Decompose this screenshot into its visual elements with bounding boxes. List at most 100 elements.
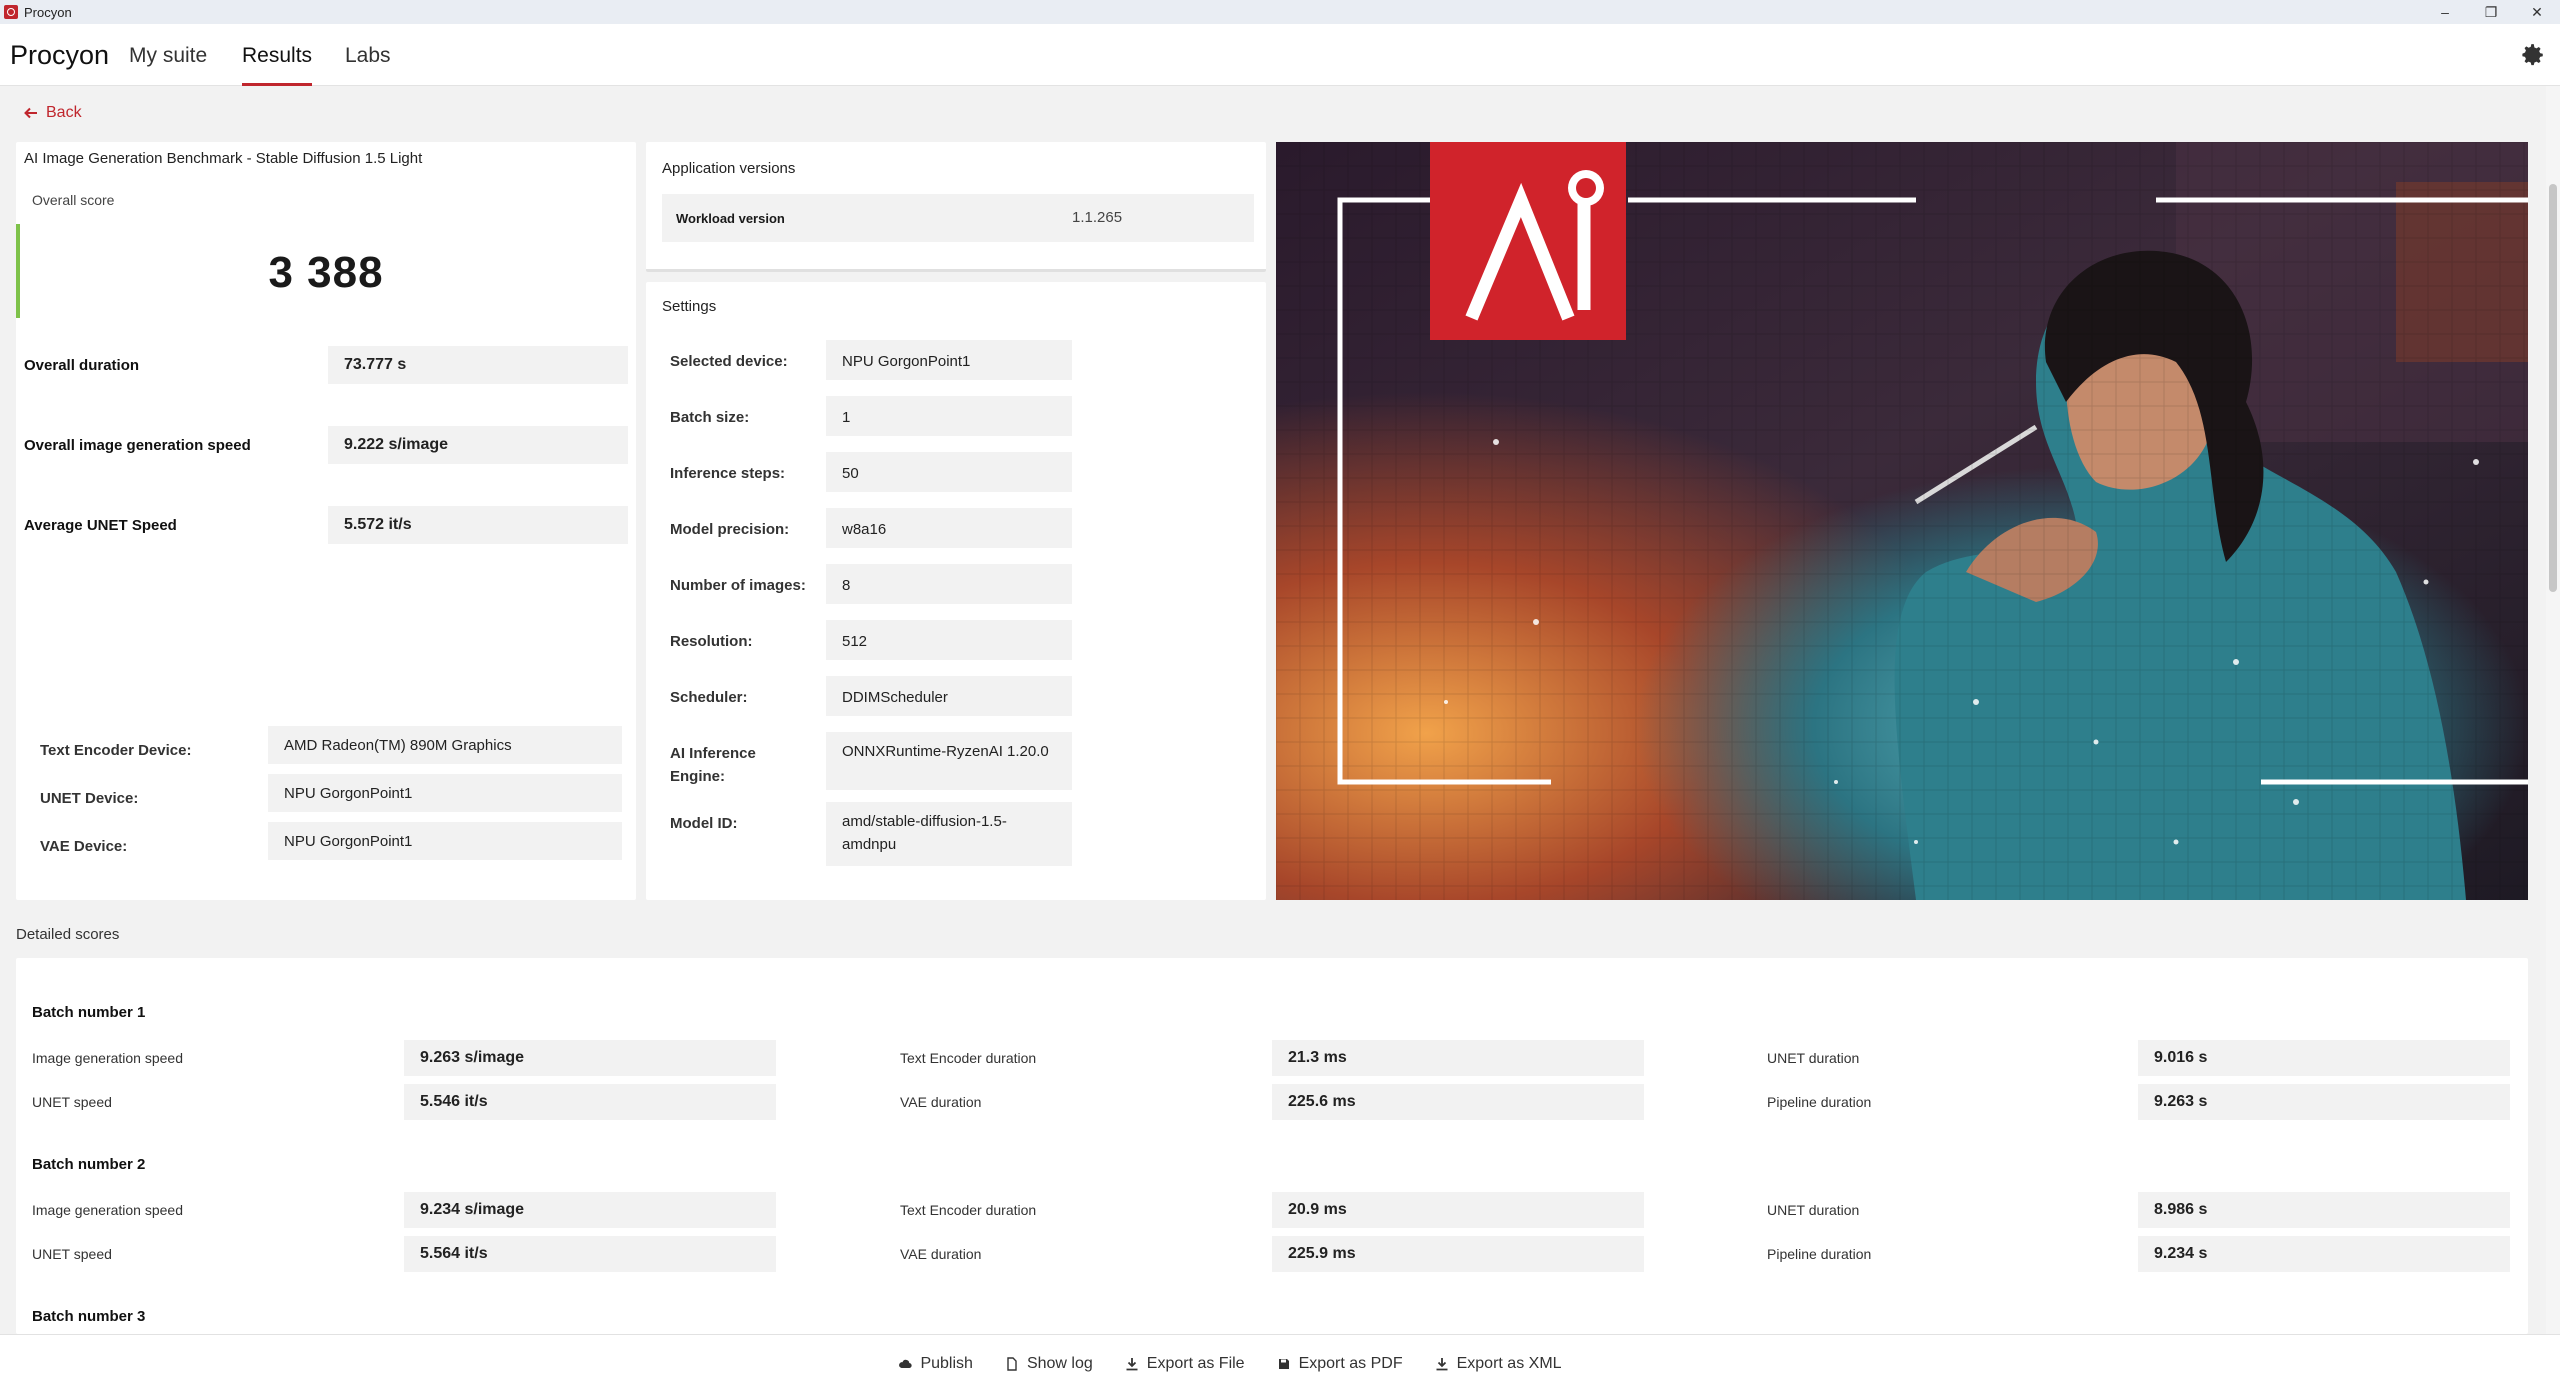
detail-value: 5.564 it/s [404, 1236, 776, 1272]
download-icon [1126, 1357, 1138, 1370]
setting-label: Selected device: [670, 353, 788, 370]
setting-value: 512 [826, 620, 1072, 660]
detail-label: UNET duration [1767, 1050, 1860, 1066]
setting-value: 8 [826, 564, 1072, 604]
gear-icon[interactable] [2520, 42, 2546, 68]
avg-unet-speed-label: Average UNET Speed [24, 517, 177, 534]
tab-labs[interactable]: Labs [345, 44, 391, 86]
procyon-app-icon [4, 5, 18, 19]
detail-label: Image generation speed [32, 1050, 183, 1066]
scrollbar-thumb[interactable] [2549, 184, 2557, 592]
detail-value: 225.9 ms [1272, 1236, 1644, 1272]
tab-my-suite[interactable]: My suite [129, 44, 207, 86]
batch-title: Batch number 1 [32, 1004, 146, 1021]
export-file-label: Export as File [1146, 1354, 1245, 1372]
arrow-left-icon [24, 107, 37, 119]
window-titlebar: Procyon – ❐ ✕ [0, 0, 2560, 24]
detail-value: 5.546 it/s [404, 1084, 776, 1120]
detail-label: Pipeline duration [1767, 1246, 1872, 1262]
cloud-upload-icon [899, 1359, 913, 1368]
file-icon [1007, 1356, 1017, 1371]
text-encoder-device-value: AMD Radeon(TM) 890M Graphics [268, 726, 622, 764]
application-versions-panel: Application versions Workload version 1.… [646, 142, 1266, 272]
overall-score-label: Overall score [32, 192, 115, 208]
benchmark-hero-image [1276, 142, 2528, 900]
benchmark-title: AI Image Generation Benchmark - Stable D… [24, 150, 423, 167]
setting-value: 50 [826, 452, 1072, 492]
export-xml-button[interactable]: Export as XML [1435, 1355, 1562, 1373]
avg-unet-speed-value: 5.572 it/s [328, 506, 628, 544]
setting-value: ONNXRuntime-RyzenAI 1.20.0 [826, 732, 1072, 790]
setting-label: AI Inference Engine: [670, 745, 756, 785]
setting-value: NPU GorgonPoint1 [826, 340, 1072, 380]
detail-value: 20.9 ms [1272, 1192, 1644, 1228]
workload-version-row: Workload version 1.1.265 [662, 194, 1254, 242]
hero-illustration [1276, 142, 2528, 900]
detail-value: 9.234 s [2138, 1236, 2510, 1272]
setting-value: 1 [826, 396, 1072, 436]
detail-value: 9.263 s [2138, 1084, 2510, 1120]
detail-value: 9.016 s [2138, 1040, 2510, 1076]
setting-label: Model precision: [670, 521, 790, 538]
save-icon [1278, 1358, 1289, 1369]
page-scrollbar[interactable] [2546, 86, 2560, 1334]
unet-device-label: UNET Device: [40, 790, 139, 807]
workload-version-label: Workload version [676, 211, 785, 226]
app-versions-title: Application versions [662, 160, 796, 177]
detail-value: 9.234 s/image [404, 1192, 776, 1228]
show-log-button[interactable]: Show log [1005, 1355, 1093, 1373]
overall-speed-label: Overall image generation speed [24, 437, 251, 454]
close-button[interactable]: ✕ [2514, 0, 2560, 24]
detail-label: VAE duration [900, 1246, 982, 1262]
detail-label: UNET speed [32, 1246, 112, 1262]
setting-value: DDIMScheduler [826, 676, 1072, 716]
setting-label: Model ID: [670, 815, 738, 832]
detail-label: VAE duration [900, 1094, 982, 1110]
footer-toolbar: Publish Show log Export as File Export a… [0, 1334, 2560, 1392]
detail-value: 21.3 ms [1272, 1040, 1644, 1076]
detail-label: Pipeline duration [1767, 1094, 1872, 1110]
detailed-scores-title: Detailed scores [16, 926, 120, 943]
back-link[interactable]: Back [24, 104, 82, 122]
overall-score-panel: AI Image Generation Benchmark - Stable D… [16, 142, 636, 900]
minimize-button[interactable]: – [2422, 0, 2468, 24]
restore-button[interactable]: ❐ [2468, 0, 2514, 24]
detail-label: Image generation speed [32, 1202, 183, 1218]
detail-value: 8.986 s [2138, 1192, 2510, 1228]
detail-value: 225.6 ms [1272, 1084, 1644, 1120]
batch-title: Batch number 3 [32, 1308, 146, 1325]
show-log-label: Show log [1026, 1354, 1093, 1372]
vae-device-label: VAE Device: [40, 838, 128, 855]
setting-label: Batch size: [670, 409, 750, 426]
download-icon [1436, 1357, 1448, 1370]
tab-results[interactable]: Results [242, 44, 313, 86]
setting-label: Number of images: [670, 577, 806, 594]
export-xml-label: Export as XML [1456, 1354, 1562, 1372]
unet-device-value: NPU GorgonPoint1 [268, 774, 622, 812]
detailed-scores-panel: Batch number 1 Image generation speed 9.… [16, 958, 2528, 1334]
vae-device-value: NPU GorgonPoint1 [268, 822, 622, 860]
detail-label: UNET speed [32, 1094, 112, 1110]
batch-title: Batch number 2 [32, 1156, 146, 1173]
detail-label: Text Encoder duration [900, 1202, 1037, 1218]
overall-score-value: 3 388 [268, 248, 384, 297]
overall-duration-label: Overall duration [24, 357, 140, 374]
setting-value: amd/stable-diffusion-1.5-amdnpu [826, 802, 1072, 866]
settings-panel: Settings Selected device: NPU GorgonPoin… [646, 282, 1266, 900]
publish-label: Publish [920, 1354, 973, 1372]
export-pdf-label: Export as PDF [1298, 1354, 1403, 1372]
window-title: Procyon [24, 4, 72, 20]
detail-label: UNET duration [1767, 1202, 1860, 1218]
overall-duration-value: 73.777 s [328, 346, 628, 384]
export-pdf-button[interactable]: Export as PDF [1277, 1355, 1403, 1373]
export-file-button[interactable]: Export as File [1125, 1355, 1245, 1373]
setting-label: Scheduler: [670, 689, 748, 706]
text-encoder-device-label: Text Encoder Device: [40, 742, 192, 759]
workload-version-value: 1.1.265 [1072, 209, 1123, 226]
settings-title: Settings [662, 298, 717, 315]
detail-value: 9.263 s/image [404, 1040, 776, 1076]
setting-value: w8a16 [826, 508, 1072, 548]
back-label: Back [46, 104, 82, 121]
overall-speed-value: 9.222 s/image [328, 426, 628, 464]
publish-button[interactable]: Publish [898, 1354, 973, 1373]
